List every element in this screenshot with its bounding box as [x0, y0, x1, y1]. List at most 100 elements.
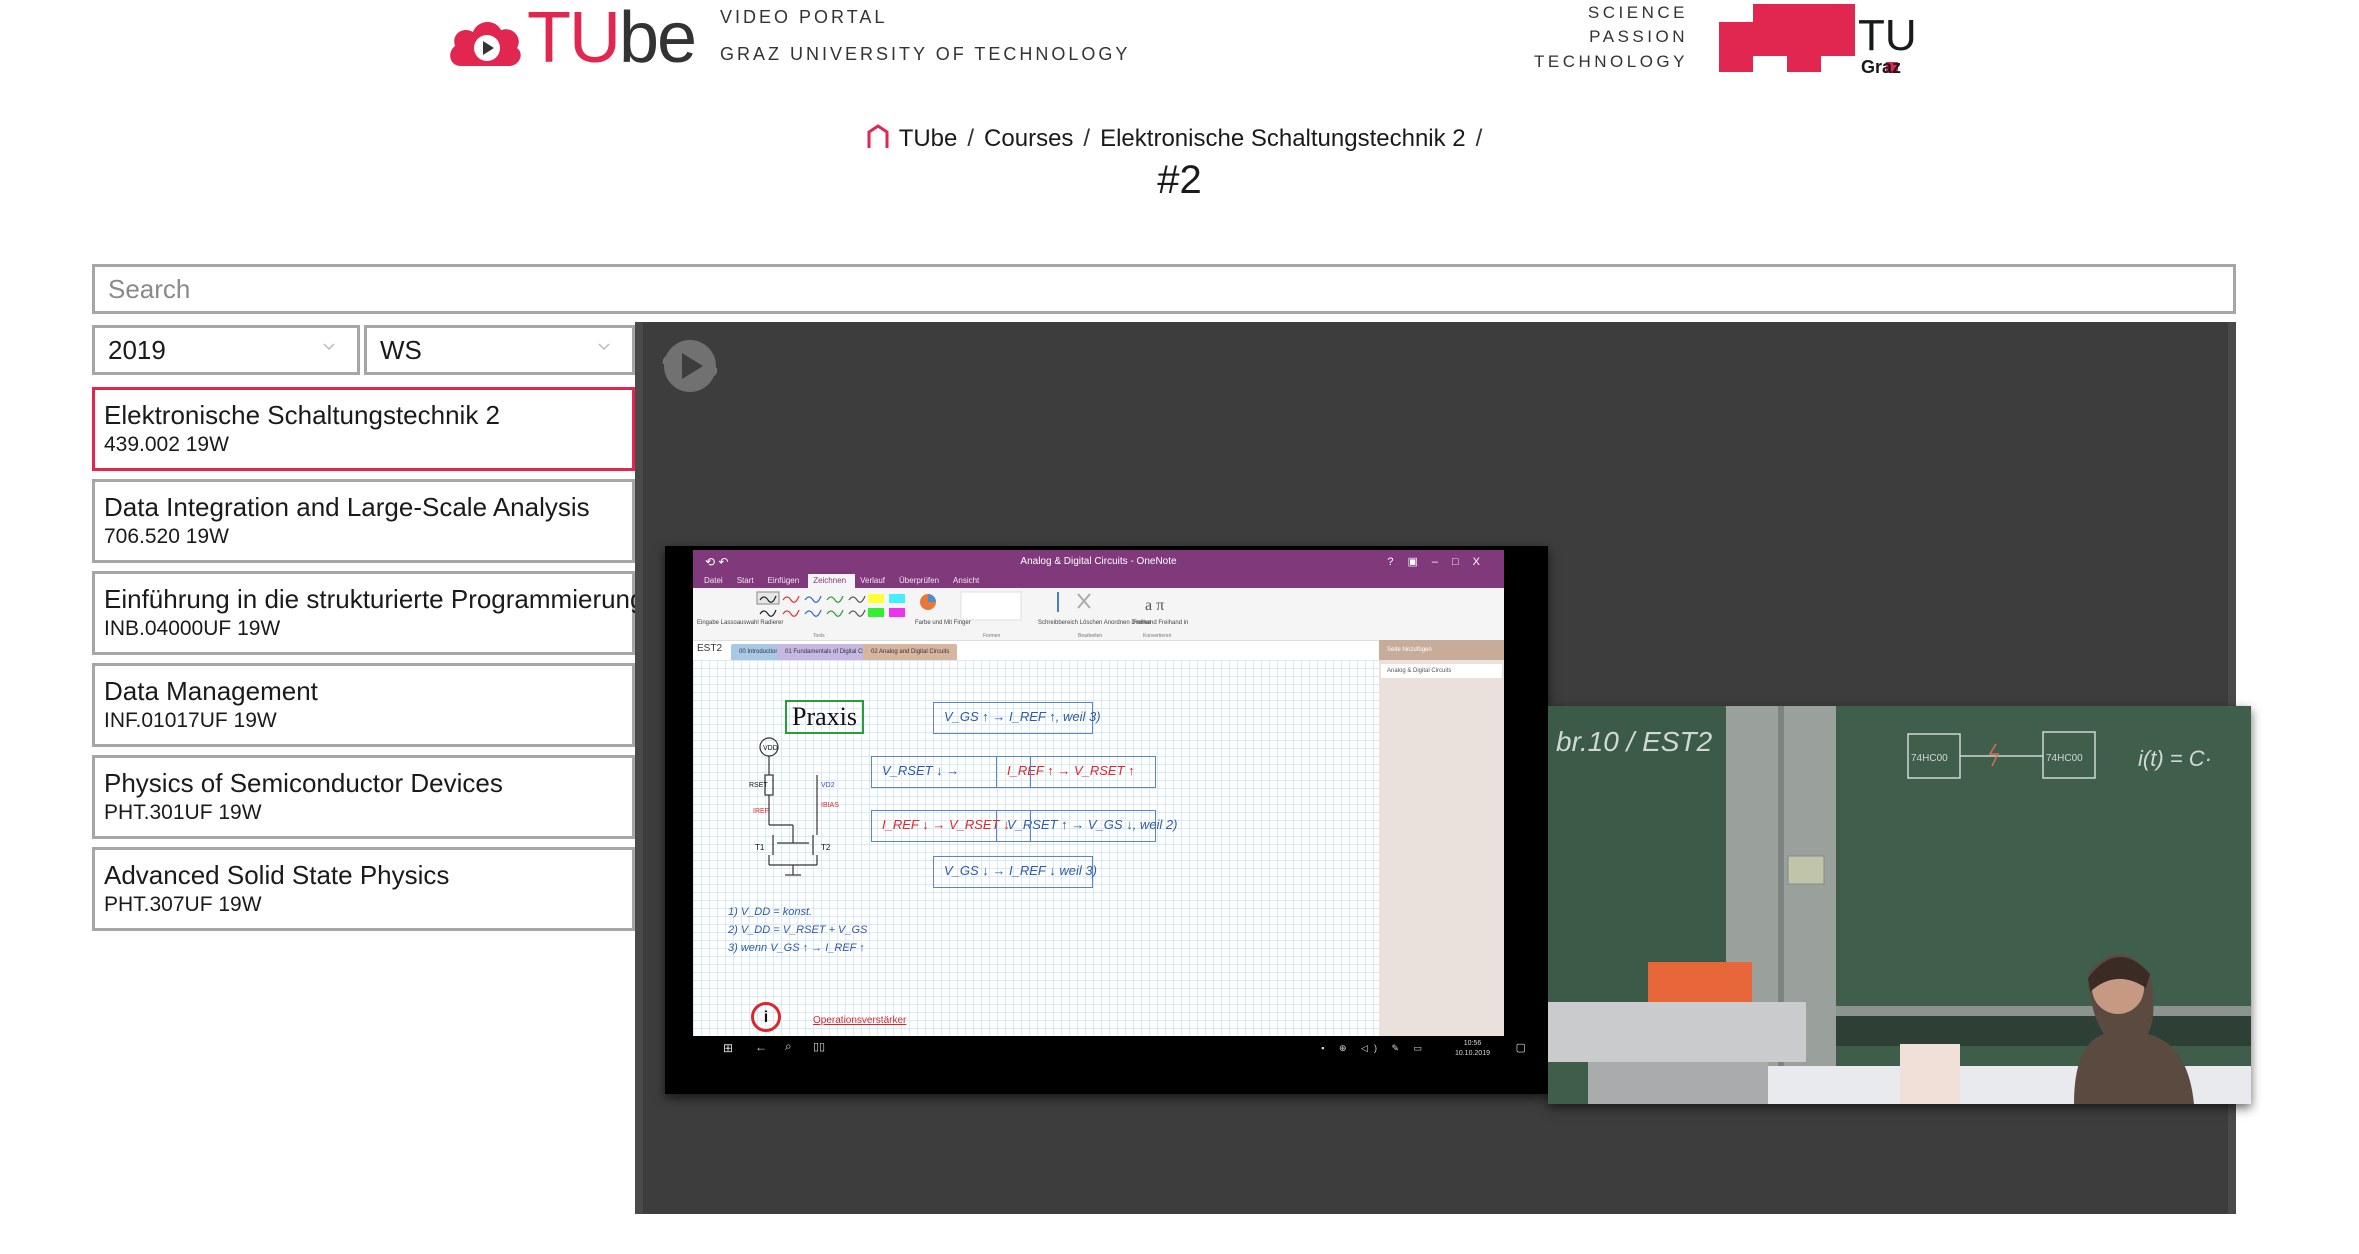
slide-video-stream[interactable]: ⟲ ↶ Analog & Digital Circuits - OneNote …: [665, 546, 1548, 1094]
windows-taskbar: ⊞ ← ⌕ ▯▯ ▪ ⊕ ◁) ✎ ▭ 10:56 10.10.2019 ▢: [693, 1036, 1548, 1062]
svg-text:RSET: RSET: [749, 782, 768, 789]
svg-text:IBIAS: IBIAS: [821, 802, 839, 809]
board-chip: 74HC00: [1911, 753, 1948, 764]
onenote-menu: Datei Start Einfügen Zeichnen Verlauf Üb…: [693, 574, 1504, 588]
breadcrumb-tube[interactable]: TUbe: [899, 125, 958, 152]
onenote-page-list: Seite hinzufügen Analog & Digital Circui…: [1379, 640, 1504, 1036]
menu-item: Verlauf: [860, 576, 886, 585]
play-icon[interactable]: [660, 336, 720, 396]
flow-box: I_REF ↓ → V_RSET ↓: [871, 810, 1031, 842]
slide-heading: Praxis: [785, 700, 864, 734]
search-input[interactable]: [92, 264, 2236, 314]
course-name: Data Management: [104, 676, 318, 706]
slide-note: 3) wenn V_GS ↑ → I_REF ↑: [728, 942, 865, 954]
menu-item: Datei: [704, 576, 723, 585]
course-item[interactable]: Einführung in die strukturierte Programm…: [92, 571, 645, 655]
home-icon[interactable]: [867, 124, 889, 148]
back-arrow-icon: ←: [755, 1040, 767, 1054]
svg-text:VD2: VD2: [821, 782, 835, 789]
info-icon: i: [751, 1002, 781, 1032]
svg-text:IREF: IREF: [753, 808, 769, 815]
breadcrumb-separator: /: [1475, 125, 1483, 152]
page-list-item: Analog & Digital Circuits: [1381, 664, 1502, 678]
course-code: INB.04000UF 19W: [104, 617, 281, 640]
board-formula: i(t) = C·: [2138, 746, 2212, 771]
course-name: Elektronische Schaltungstechnik 2: [104, 400, 501, 430]
svg-text:Bearbeiten: Bearbeiten: [1078, 633, 1102, 639]
svg-text:Freihand Freihand in: Freihand Freihand in: [1133, 620, 1188, 626]
menu-item: Ansicht: [953, 576, 980, 585]
add-page-button: Seite hinzufügen: [1379, 640, 1504, 660]
flow-box: V_GS ↓ → I_REF ↓ weil 3): [933, 856, 1097, 888]
svg-text:Eingabe Lassoauswahl Radierer: Eingabe Lassoauswahl Radierer: [697, 620, 783, 626]
board-chip: 74HC00: [2046, 753, 2083, 764]
tu-graz-logo[interactable]: TU Graz: [1718, 2, 1918, 77]
motto-science: SCIENCE: [1587, 3, 1688, 22]
onenote-titlebar: ⟲ ↶ Analog & Digital Circuits - OneNote …: [693, 550, 1504, 574]
motto-passion: PASSION: [1589, 27, 1688, 46]
term-select[interactable]: WS: [364, 325, 635, 375]
section-tab-active: 02 Analog and Digital Circuits: [863, 644, 958, 661]
notebook-name: EST2: [697, 643, 723, 654]
menu-item: Einfügen: [767, 576, 800, 585]
breadcrumb-courses[interactable]: Courses: [984, 125, 1073, 152]
tu-graz-mark-icon: TU Graz: [1719, 4, 1917, 77]
task-view-icon: ▯▯: [813, 1041, 826, 1053]
course-code: 439.002 19W: [104, 433, 229, 456]
slide-note: 2) V_DD = V_RSET + V_GS: [728, 924, 868, 936]
year-select-value: 2019: [108, 335, 166, 365]
course-code: 706.520 19W: [104, 525, 229, 548]
course-code: PHT.301UF 19W: [104, 801, 262, 824]
cloud-play-icon: [450, 21, 521, 66]
svg-text:Tools: Tools: [813, 633, 825, 639]
system-tray-icons: ▪ ⊕ ◁) ✎ ▭: [1321, 1043, 1428, 1053]
tube-logo[interactable]: TUbe: [447, 2, 697, 76]
breadcrumb: TUbe / Courses / Elektronische Schaltungstec…: [0, 124, 2359, 153]
motto-technology: TECHNOLOGY: [1533, 52, 1688, 71]
slide-link: Operationsverstärker: [813, 1015, 907, 1026]
course-item[interactable]: Advanced Solid State Physics PHT.307UF 1…: [92, 847, 635, 931]
term-select-value: WS: [380, 335, 422, 365]
course-name: Physics of Semiconductor Devices: [104, 768, 503, 798]
video-player[interactable]: ⟲ ↶ Analog & Digital Circuits - OneNote …: [635, 322, 2251, 1214]
notifications-icon: ▢: [1515, 1042, 1526, 1054]
menu-item-active: Zeichnen: [808, 574, 856, 588]
graz-logo-text: Graz: [1861, 57, 1901, 76]
flow-box: V_RSET ↓ →: [871, 756, 1031, 788]
course-code: INF.01017UF 19W: [104, 709, 277, 732]
chevron-down-icon: [598, 343, 610, 351]
course-name: Data Integration and Large-Scale Analysi…: [104, 492, 590, 522]
brand-be: be: [618, 0, 697, 78]
player-border: [635, 322, 643, 1214]
breadcrumb-separator: /: [967, 125, 975, 152]
onenote-page: Praxis VDD RSET IREF VD2 IBIAS T1 T2 V_G…: [693, 660, 1379, 1036]
svg-text:VDD: VDD: [763, 745, 778, 752]
course-item[interactable]: Physics of Semiconductor Devices PHT.301…: [92, 755, 635, 839]
breadcrumb-separator: /: [1083, 125, 1091, 152]
year-select[interactable]: 2019: [92, 325, 360, 375]
course-item[interactable]: Elektronische Schaltungstechnik 2 439.00…: [92, 387, 635, 471]
course-code: PHT.307UF 19W: [104, 893, 262, 916]
tagline-video-portal: VIDEO PORTAL: [720, 7, 888, 27]
course-item[interactable]: Data Management INF.01017UF 19W: [92, 663, 635, 747]
course-name: Einführung in die strukturierte Programm…: [104, 584, 645, 614]
breadcrumb-course[interactable]: Elektronische Schaltungstechnik 2: [1100, 125, 1466, 152]
window-controls-icon: ?▣–□X: [1387, 556, 1494, 568]
svg-text:a π: a π: [1145, 597, 1164, 614]
svg-text:Konvertieren: Konvertieren: [1143, 633, 1172, 639]
ribbon-pens-icon: a π Eingabe Lassoauswahl Radierer Farbe …: [697, 591, 1188, 639]
taskbar-clock: 10:56 10.10.2019: [1454, 1040, 1490, 1057]
course-item[interactable]: Data Integration and Large-Scale Analysi…: [92, 479, 635, 563]
board-text: br.10 / EST2: [1556, 726, 1713, 757]
svg-text:T2: T2: [821, 843, 831, 852]
slide-note: 1) V_DD = konst.: [728, 906, 813, 918]
chevron-down-icon: [323, 343, 335, 351]
page-title: #2: [1157, 158, 1202, 202]
flow-box: V_GS ↑ → I_REF ↑, weil 3): [933, 702, 1101, 734]
svg-text:T1: T1: [755, 843, 765, 852]
menu-item: Start: [736, 576, 754, 585]
undo-icon: ⟲ ↶: [705, 555, 729, 569]
brand-tu: TU: [527, 0, 621, 78]
camera-video-stream[interactable]: br.10 / EST2 74HC00 74HC00 i(t) = C·: [1548, 706, 2251, 1104]
svg-text:Farbe und Mit Finger: Farbe und Mit Finger: [915, 620, 971, 626]
